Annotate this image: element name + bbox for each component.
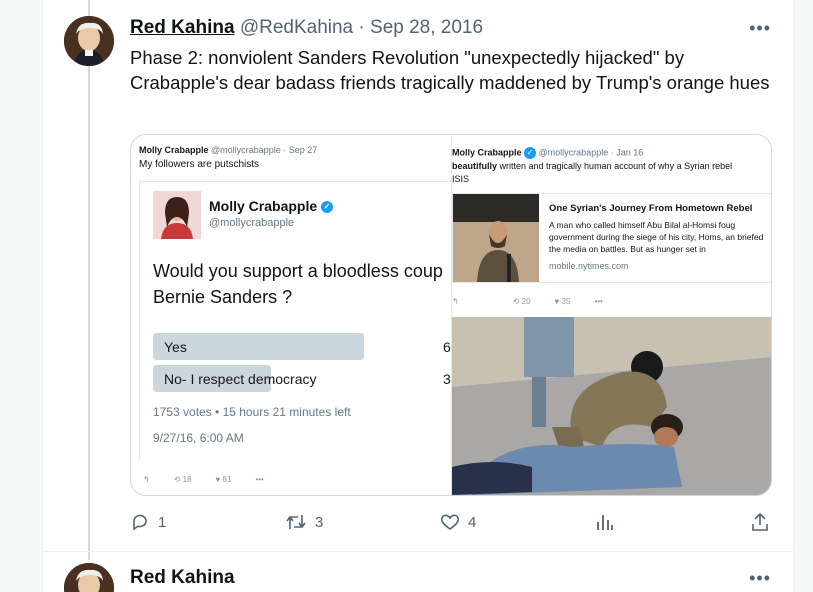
embedded-tweet-text: My followers are putschists xyxy=(139,159,260,170)
poll-option-percent: 3 xyxy=(443,371,451,387)
link-card-domain: mobile.nytimes.com xyxy=(549,261,629,271)
article-screenshot[interactable]: Molly Crabapple ✓ @mollycrabapple · Jan … xyxy=(452,135,771,495)
more-options-icon[interactable]: ••• xyxy=(749,18,771,39)
meta-separator: · xyxy=(353,17,371,38)
heart-icon xyxy=(440,514,460,530)
embedded-tweet-text-line2: ISIS xyxy=(452,174,470,184)
embedded-tweet-text: beautifully written and tragically human… xyxy=(452,161,771,171)
heart-icon: ♥ xyxy=(215,475,221,484)
poll-option-label: Yes xyxy=(164,339,187,355)
reply-icon xyxy=(133,514,147,531)
embedded-author-name: Molly Crabapple xyxy=(139,145,209,155)
retweet-count: 3 xyxy=(315,513,324,531)
thread-connector xyxy=(88,64,90,560)
poll-author-handle: @mollycrabapple xyxy=(209,217,295,229)
poll-option-percent: 6 xyxy=(443,339,451,355)
retweet-icon: ⟲ xyxy=(512,297,520,306)
poll-question: Would you support a bloodless coup xyxy=(153,261,443,281)
reply-count: 1 xyxy=(158,513,167,531)
like-count: 81 xyxy=(222,475,232,484)
retweet-count: 20 xyxy=(521,297,531,306)
reply-icon: ↰ xyxy=(452,297,459,306)
more-icon: ••• xyxy=(594,297,603,306)
tweet-media[interactable]: Molly Crabapple @mollycrabapple · Sep 27… xyxy=(130,134,772,496)
embedded-author-handle: @mollycrabapple xyxy=(211,145,281,155)
author-handle[interactable]: @RedKahina xyxy=(240,17,353,38)
link-card-image xyxy=(453,194,539,282)
like-button[interactable]: 4 xyxy=(440,512,476,532)
tweet-header: Red Kahina @RedKahina · Sep 28, 2016 xyxy=(130,17,483,39)
avatar[interactable] xyxy=(64,16,114,66)
fighter-photo-icon xyxy=(453,194,539,282)
photo-avatar-icon xyxy=(153,191,201,239)
portrait-avatar-icon xyxy=(64,16,114,66)
reply-button[interactable]: 1 xyxy=(130,512,166,532)
poll-option-label: No- I respect democracy xyxy=(164,371,317,387)
poll-timestamp: 9/27/16, 6:00 AM xyxy=(153,431,244,445)
analytics-icon xyxy=(597,515,613,530)
embedded-actions: ↰ ⟲ 20 ♥ 35 ••• xyxy=(452,297,603,306)
execution-photo xyxy=(452,317,771,495)
like-count: 4 xyxy=(468,513,477,531)
reply-icon: ↰ xyxy=(143,475,150,484)
scene-photo-icon xyxy=(452,317,771,495)
link-card-title: One Syrian's Journey From Hometown Rebel xyxy=(549,203,753,214)
poll-question-line2: Bernie Sanders ? xyxy=(153,287,293,307)
tweet-text: Phase 2: nonviolent Sanders Revolution "… xyxy=(130,47,770,93)
retweet-icon xyxy=(286,515,306,529)
heart-icon: ♥ xyxy=(554,297,560,306)
embedded-author-handle: @mollycrabapple xyxy=(538,147,609,158)
verified-badge-icon: ✓ xyxy=(321,201,334,214)
embedded-actions: ↰ ⟲ 18 ♥ 81 ••• xyxy=(143,475,264,484)
bold-word: beautifully xyxy=(452,161,498,171)
tweet-divider xyxy=(42,551,794,552)
embedded-author-name: Molly Crabapple xyxy=(452,147,522,158)
crabapple-avatar xyxy=(153,191,201,239)
analytics-button[interactable] xyxy=(596,512,614,532)
more-options-icon[interactable]: ••• xyxy=(749,568,771,589)
embedded-date: · Jan 16 xyxy=(610,147,644,158)
verified-badge-icon: ✓ xyxy=(524,147,537,159)
poll-author-name: Molly Crabapple xyxy=(209,198,318,214)
retweet-button[interactable]: 3 xyxy=(285,512,323,532)
embedded-date: · Sep 27 xyxy=(283,145,318,155)
tweet-date[interactable]: Sep 28, 2016 xyxy=(370,17,483,38)
tweet-rest: written and tragically human account of … xyxy=(497,161,733,171)
poll-votes-line: 1753 votes • 15 hours 21 minutes left xyxy=(153,405,351,419)
like-count: 35 xyxy=(561,297,571,306)
retweet-icon: ⟲ xyxy=(173,475,181,484)
more-icon: ••• xyxy=(255,475,264,484)
share-icon xyxy=(752,512,768,531)
poll-screenshot[interactable]: Molly Crabapple @mollycrabapple · Sep 27… xyxy=(131,135,452,495)
retweet-count: 18 xyxy=(182,475,192,484)
link-card-body: A man who called himself Abu Bilal al-Ho… xyxy=(549,220,764,254)
share-button[interactable] xyxy=(750,512,770,532)
author-name[interactable]: Red Kahina xyxy=(130,17,235,38)
next-author-name[interactable]: Red Kahina xyxy=(130,567,235,589)
